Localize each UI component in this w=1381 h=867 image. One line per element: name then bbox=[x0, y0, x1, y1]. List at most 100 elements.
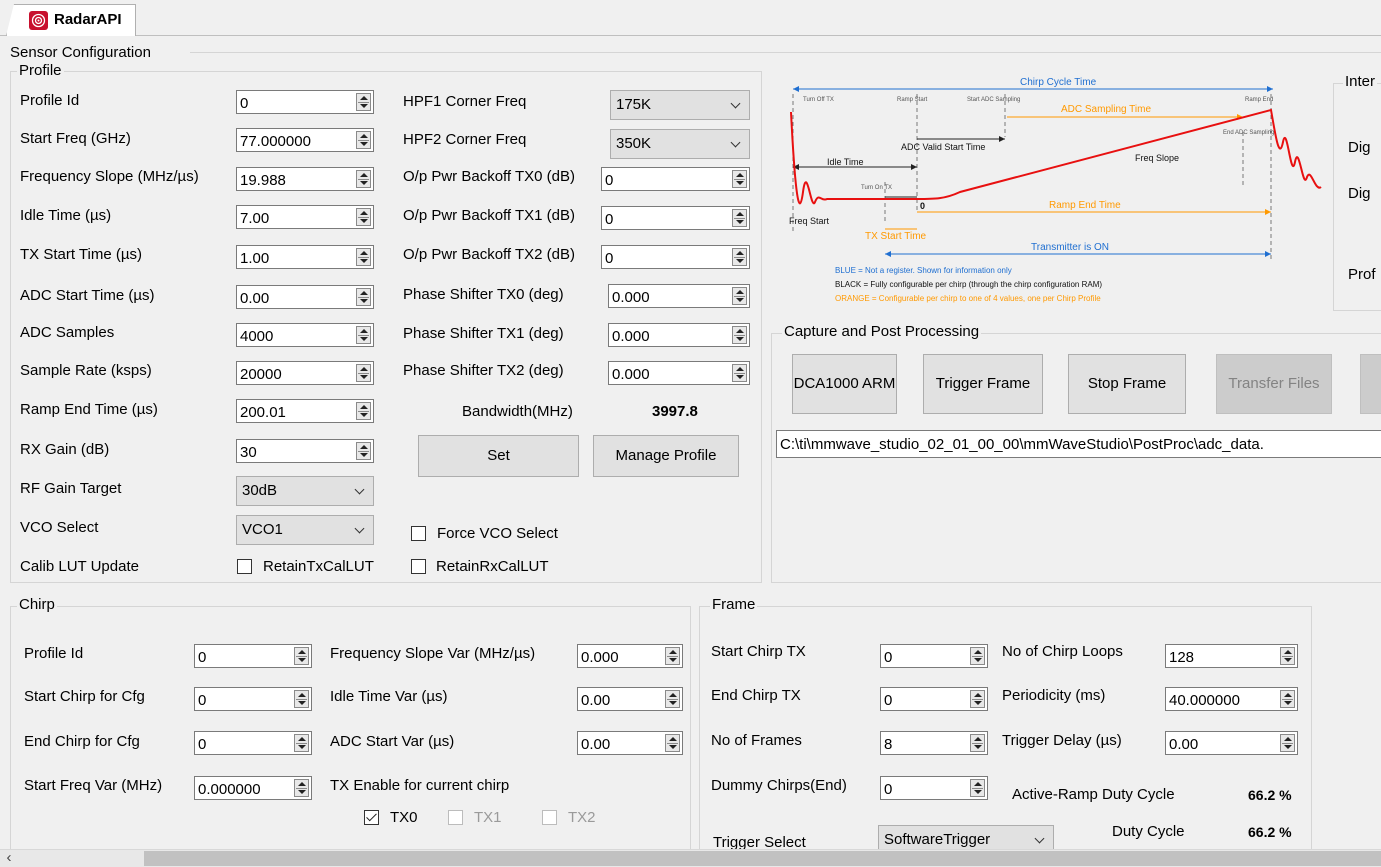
sensor-config-rule bbox=[190, 52, 1381, 53]
backoff-tx0-spinner[interactable] bbox=[732, 170, 747, 188]
manage-profile-button[interactable]: Manage Profile bbox=[593, 435, 739, 477]
trigger-delay-spinner[interactable] bbox=[1280, 734, 1295, 752]
idle-time-var-label: Idle Time Var (µs) bbox=[330, 688, 448, 705]
trigger-frame-button[interactable]: Trigger Frame bbox=[923, 354, 1043, 414]
extra-capture-button[interactable] bbox=[1360, 354, 1381, 414]
trigger-delay-input[interactable]: 0.00 bbox=[1165, 731, 1298, 755]
adc-start-var-input[interactable]: 0.00 bbox=[577, 731, 683, 755]
no-of-frames-input[interactable]: 8 bbox=[880, 731, 988, 755]
backoff-tx2-input[interactable]: 0 bbox=[601, 245, 750, 269]
ramp-end-time-spinner[interactable] bbox=[356, 402, 371, 420]
dca1000-arm-button[interactable]: DCA1000 ARM bbox=[792, 354, 897, 414]
periodicity-spinner[interactable] bbox=[1280, 690, 1295, 708]
adc-samples-label: ADC Samples bbox=[20, 324, 115, 341]
hpf2-select[interactable]: 350K bbox=[610, 129, 750, 159]
idle-time-spinner[interactable] bbox=[356, 208, 371, 226]
backoff-tx1-input[interactable]: 0 bbox=[601, 206, 750, 230]
rx-gain-input[interactable]: 30 bbox=[236, 439, 374, 463]
start-freq-var-input[interactable]: 0.000000 bbox=[194, 776, 312, 800]
tx2-checkbox[interactable] bbox=[542, 810, 557, 825]
inter-title: Inter bbox=[1343, 73, 1378, 90]
no-of-chirp-loops-input[interactable]: 128 bbox=[1165, 644, 1298, 668]
retain-rx-cal-lut-checkbox[interactable] bbox=[411, 559, 426, 574]
tx-enable-label: TX Enable for current chirp bbox=[330, 777, 510, 794]
no-of-chirp-loops-spinner[interactable] bbox=[1280, 647, 1295, 665]
end-chirp-cfg-spinner[interactable] bbox=[294, 734, 309, 752]
freq-slope-input[interactable]: 19.988 bbox=[236, 167, 374, 191]
adc-start-time-input[interactable]: 0.00 bbox=[236, 285, 374, 309]
tx0-checkbox[interactable] bbox=[364, 810, 379, 825]
start-chirp-cfg-spinner[interactable] bbox=[294, 690, 309, 708]
freq-slope-var-input[interactable]: 0.000 bbox=[577, 644, 683, 668]
set-button[interactable]: Set bbox=[418, 435, 579, 477]
adc-samples-spinner[interactable] bbox=[356, 326, 371, 344]
start-freq-spinner[interactable] bbox=[356, 131, 371, 149]
chirp-profile-id-spinner[interactable] bbox=[294, 647, 309, 665]
vco-select[interactable]: VCO1 bbox=[236, 515, 374, 545]
freq-slope-spinner[interactable] bbox=[356, 170, 371, 188]
phase-tx1-spinner[interactable] bbox=[732, 326, 747, 344]
tx-start-time-spinner[interactable] bbox=[356, 248, 371, 266]
phase-tx2-spinner[interactable] bbox=[732, 364, 747, 382]
idle-time-input[interactable]: 7.00 bbox=[236, 205, 374, 229]
phase-tx0-input[interactable]: 0.000 bbox=[608, 284, 750, 308]
adc-data-path-input[interactable]: C:\ti\mmwave_studio_02_01_00_00\mmWaveSt… bbox=[776, 430, 1381, 458]
active-ramp-duty-label: Active-Ramp Duty Cycle bbox=[1012, 786, 1175, 803]
adc-start-time-spinner[interactable] bbox=[356, 288, 371, 306]
end-chirp-cfg-label: End Chirp for Cfg bbox=[24, 733, 140, 750]
tx1-label: TX1 bbox=[474, 809, 502, 826]
start-freq-input[interactable]: 77.000000 bbox=[236, 128, 374, 152]
scrollbar-thumb[interactable] bbox=[144, 851, 1381, 866]
backoff-tx0-label: O/p Pwr Backoff TX0 (dB) bbox=[403, 168, 576, 185]
force-vco-checkbox[interactable] bbox=[411, 526, 426, 541]
start-freq-var-spinner[interactable] bbox=[294, 779, 309, 797]
chevron-down-icon bbox=[354, 523, 365, 534]
tab-radarapi[interactable]: RadarAPI bbox=[6, 4, 136, 36]
diagram-adc-sampling-time: ADC Sampling Time bbox=[1061, 104, 1151, 115]
phase-tx0-spinner[interactable] bbox=[732, 287, 747, 305]
start-freq-var-label: Start Freq Var (MHz) bbox=[24, 777, 163, 794]
sample-rate-spinner[interactable] bbox=[356, 364, 371, 382]
hpf1-select[interactable]: 175K bbox=[610, 90, 750, 120]
scroll-left-arrow-icon[interactable]: ‹ bbox=[2, 849, 16, 867]
end-chirp-tx-label: End Chirp TX bbox=[711, 687, 801, 704]
dummy-chirps-spinner[interactable] bbox=[970, 779, 985, 797]
periodicity-input[interactable]: 40.000000 bbox=[1165, 687, 1298, 711]
end-chirp-tx-spinner[interactable] bbox=[970, 690, 985, 708]
dummy-chirps-input[interactable]: 0 bbox=[880, 776, 988, 800]
start-chirp-tx-input[interactable]: 0 bbox=[880, 644, 988, 668]
start-chirp-cfg-input[interactable]: 0 bbox=[194, 687, 312, 711]
tx-start-time-input[interactable]: 1.00 bbox=[236, 245, 374, 269]
end-chirp-tx-input[interactable]: 0 bbox=[880, 687, 988, 711]
adc-start-var-spinner[interactable] bbox=[665, 734, 680, 752]
ramp-end-time-input[interactable]: 200.01 bbox=[236, 399, 374, 423]
bandwidth-value: 3997.8 bbox=[652, 403, 698, 420]
periodicity-label: Periodicity (ms) bbox=[1002, 687, 1106, 704]
profile-id-spinner[interactable] bbox=[356, 93, 371, 111]
diagram-start-adc-sampling: Start ADC Sampling bbox=[967, 97, 1020, 103]
backoff-tx1-spinner[interactable] bbox=[732, 209, 747, 227]
phase-tx2-input[interactable]: 0.000 bbox=[608, 361, 750, 385]
horizontal-scrollbar[interactable]: ‹ bbox=[0, 849, 1381, 867]
adc-samples-input[interactable]: 4000 bbox=[236, 323, 374, 347]
sample-rate-input[interactable]: 20000 bbox=[236, 361, 374, 385]
tx1-checkbox[interactable] bbox=[448, 810, 463, 825]
profile-id-input[interactable]: 0 bbox=[236, 90, 374, 114]
rx-gain-spinner[interactable] bbox=[356, 442, 371, 460]
adc-start-time-label: ADC Start Time (µs) bbox=[20, 287, 155, 304]
backoff-tx2-spinner[interactable] bbox=[732, 248, 747, 266]
end-chirp-cfg-input[interactable]: 0 bbox=[194, 731, 312, 755]
phase-tx1-input[interactable]: 0.000 bbox=[608, 323, 750, 347]
retain-tx-cal-lut-checkbox[interactable] bbox=[237, 559, 252, 574]
rf-gain-target-select[interactable]: 30dB bbox=[236, 476, 374, 506]
start-chirp-tx-spinner[interactable] bbox=[970, 647, 985, 665]
idle-time-var-spinner[interactable] bbox=[665, 690, 680, 708]
no-of-frames-spinner[interactable] bbox=[970, 734, 985, 752]
chirp-profile-id-input[interactable]: 0 bbox=[194, 644, 312, 668]
freq-slope-var-spinner[interactable] bbox=[665, 647, 680, 665]
frame-title: Frame bbox=[710, 596, 758, 613]
stop-frame-button[interactable]: Stop Frame bbox=[1068, 354, 1186, 414]
transfer-files-button[interactable]: Transfer Files bbox=[1216, 354, 1332, 414]
idle-time-var-input[interactable]: 0.00 bbox=[577, 687, 683, 711]
backoff-tx0-input[interactable]: 0 bbox=[601, 167, 750, 191]
